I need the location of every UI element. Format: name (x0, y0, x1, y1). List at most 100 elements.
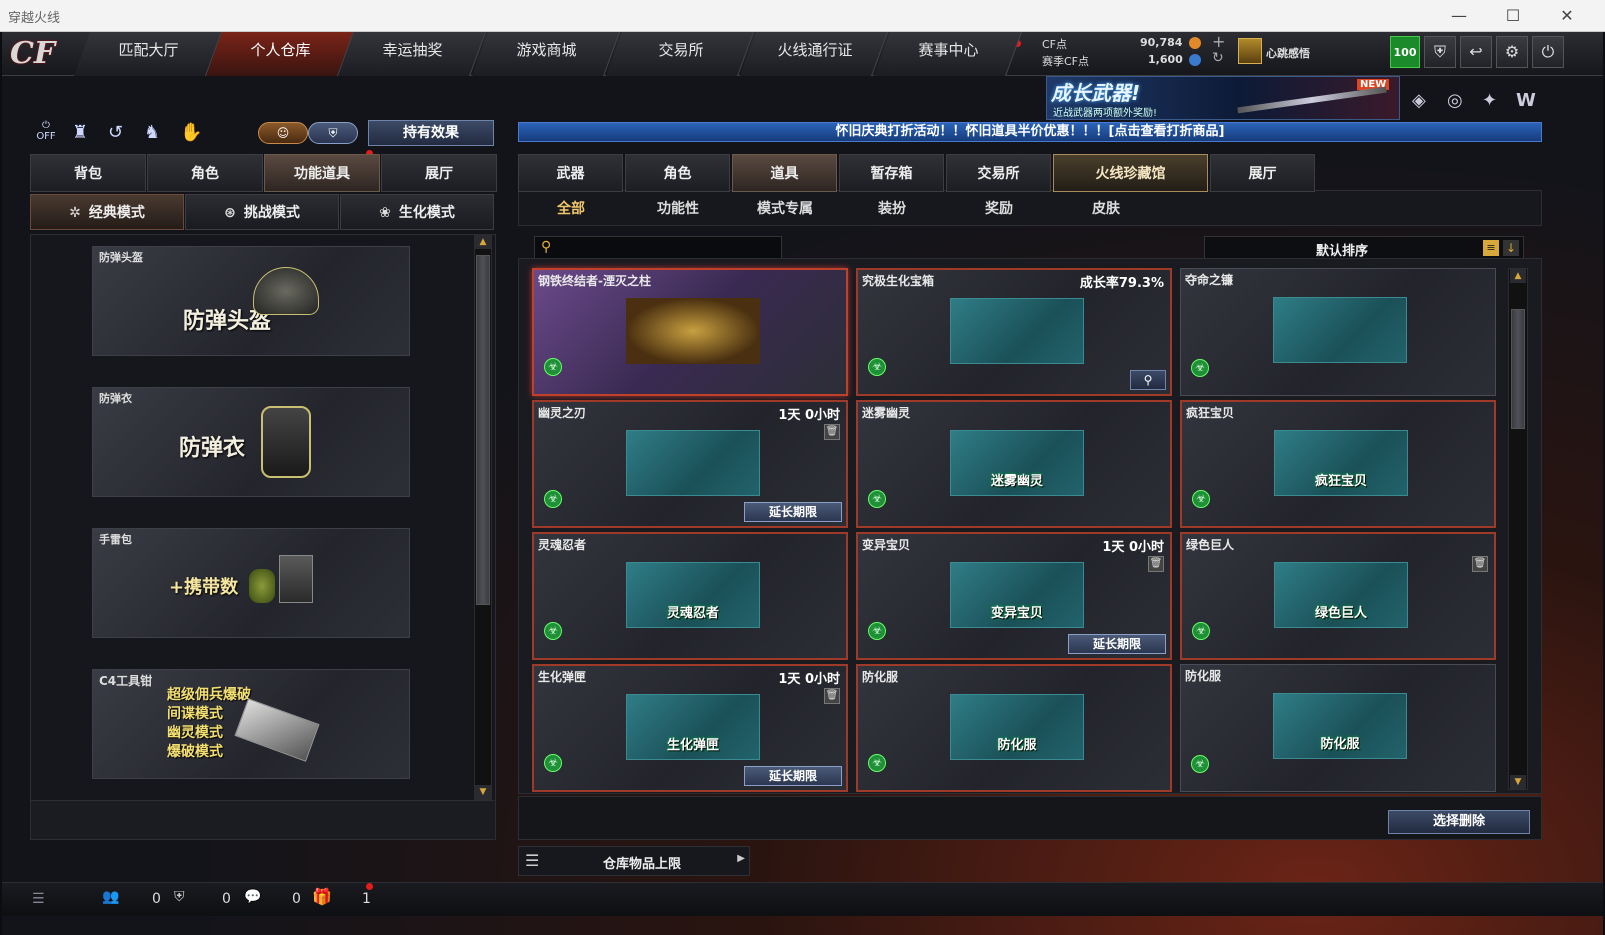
card-helmet[interactable]: 防弹头盔 防弹头盔 (92, 246, 410, 356)
scroll-down-icon[interactable]: ▼ (475, 785, 491, 799)
item-card[interactable]: 钢铁终结者-湮灭之柱 ☣ (532, 268, 848, 396)
subtab-2[interactable]: 模式专属 (732, 192, 838, 226)
left-tab-3[interactable]: 展厅 (381, 154, 497, 192)
item-name: 幽灵之刃 (538, 406, 587, 420)
trash-icon[interactable]: 🗑 (1148, 556, 1164, 572)
right-tab-4[interactable]: 交易所 (946, 154, 1051, 192)
item-card[interactable]: 变异宝贝 1天 0小时 变异宝贝 ☣ 🗑 延长期限 (856, 532, 1172, 660)
right-tab-5[interactable]: 火线珍藏馆 (1053, 154, 1208, 192)
select-delete-button[interactable]: 选择删除 (1388, 810, 1530, 834)
close-icon[interactable]: ✕ (1552, 4, 1582, 28)
emblem-icon-2[interactable]: ◎ (1447, 90, 1463, 111)
item-card[interactable]: 生化弹匣 1天 0小时 生化弹匣 ☣ 🗑 延长期限 (532, 664, 848, 792)
magnify-icon[interactable]: ⚲ (1130, 370, 1166, 390)
storage-limit-bar[interactable]: ☰ 仓库物品上限 ▶ (518, 846, 750, 876)
sort-order-icon[interactable]: ↓ (1503, 240, 1519, 256)
search-box[interactable]: ⚲ (534, 236, 782, 260)
right-tab-6[interactable]: 展厅 (1210, 154, 1315, 192)
card-c4-pliers[interactable]: C4工具钳 超级佣兵爆破 间谍模式 幽灵模式 爆破模式 (92, 669, 410, 779)
expand-right-icon[interactable]: ▶ (737, 853, 745, 864)
left-tab-2[interactable]: 功能道具 (264, 154, 380, 192)
character-toggle[interactable]: ☺ (258, 122, 308, 144)
effects-button[interactable]: 持有效果 (368, 120, 494, 146)
maximize-icon[interactable]: ☐ (1498, 4, 1528, 28)
nav-tab-2[interactable]: 幸运抽奖 (337, 32, 487, 76)
item-card[interactable]: 疯狂宝贝 疯狂宝贝 ☣ (1180, 400, 1496, 528)
power-icon[interactable]: ⏻ (1532, 36, 1564, 68)
item-card[interactable]: 夺命之镰 ☣ (1180, 268, 1496, 396)
mode-tab-1[interactable]: ⊛ 挑战模式 (185, 194, 339, 230)
subtab-1[interactable]: 功能性 (625, 192, 731, 226)
friends-icon[interactable]: 👥 (102, 889, 119, 905)
refresh-icon[interactable]: ↻ (1212, 50, 1224, 66)
subtab-5[interactable]: 皮肤 (1053, 192, 1159, 226)
rank-badge-icon[interactable] (1238, 38, 1262, 64)
item-card[interactable]: 绿色巨人 绿色巨人 ☣ 🗑 (1180, 532, 1496, 660)
emblem-icon-4[interactable]: W (1516, 90, 1536, 111)
extend-button[interactable]: 延长期限 (744, 766, 842, 786)
scroll-up-icon[interactable]: ▲ (475, 235, 491, 249)
shield-icon[interactable]: ⛨ (1424, 36, 1456, 68)
item-name: 迷雾幽灵 (862, 406, 911, 420)
person-icon[interactable]: ♞ (144, 122, 160, 143)
nav-tab-6[interactable]: 赛事中心 (873, 32, 1023, 76)
left-tab-0[interactable]: 背包 (30, 154, 146, 192)
nav-tab-1[interactable]: 个人仓库 (205, 32, 355, 76)
trash-icon[interactable]: 🗑 (1472, 556, 1488, 572)
right-tab-0[interactable]: 武器 (518, 154, 623, 192)
mouse-icon[interactable]: ✋ (180, 122, 202, 143)
subtab-0[interactable]: 全部 (518, 192, 624, 226)
promo-marquee[interactable]: 怀旧庆典打折活动！！怀旧道具半价优惠！！！[点击查看打折商品] (518, 122, 1542, 142)
extend-button[interactable]: 延长期限 (744, 502, 842, 522)
add-points-icon[interactable]: + (1212, 32, 1225, 51)
gift-icon[interactable]: ♜ (72, 122, 88, 143)
item-card[interactable]: 防化服 防化服 ☣ (1180, 664, 1496, 792)
right-tab-1[interactable]: 角色 (625, 154, 730, 192)
menu-icon[interactable]: ☰ (32, 891, 45, 907)
item-card[interactable]: 防化服 防化服 ☣ (856, 664, 1172, 792)
sort-dropdown[interactable]: 默认排序 ≡ ↓ (1204, 236, 1524, 260)
grid-scroll-up-icon[interactable]: ▲ (1510, 269, 1526, 283)
card-grenade-bag[interactable]: 手雷包 +携带数 (92, 528, 410, 638)
left-tab-1[interactable]: 角色 (147, 154, 263, 192)
extend-button[interactable]: 延长期限 (1068, 634, 1166, 654)
toggle-off-icon[interactable]: ⏻ OFF (32, 120, 60, 148)
nav-tab-label: 火线通行证 (777, 41, 853, 59)
mode-tab-0[interactable]: ✲ 经典模式 (30, 194, 184, 230)
nav-tab-3[interactable]: 游戏商城 (471, 32, 621, 76)
item-card[interactable]: 幽灵之刃 1天 0小时 ☣ 🗑 延长期限 (532, 400, 848, 528)
right-tab-2[interactable]: 道具 (732, 154, 837, 192)
emblem-icon-3[interactable]: ✦ (1482, 90, 1497, 111)
card-armor[interactable]: 防弹衣 防弹衣 (92, 387, 410, 497)
mode-tab-2[interactable]: ❀ 生化模式 (340, 194, 494, 230)
chat-icon[interactable]: 💬 (244, 889, 261, 905)
trash-icon[interactable]: 🗑 (824, 424, 840, 440)
list-view-icon[interactable]: ≡ (1483, 240, 1499, 256)
history-icon[interactable]: ↺ (108, 122, 123, 143)
left-scroll-thumb[interactable] (476, 255, 490, 605)
left-scrollbar[interactable]: ▲ ▼ (474, 234, 492, 800)
grid-scrollbar[interactable]: ▲ ▼ (1508, 268, 1528, 790)
nav-tab-0[interactable]: 匹配大厅 (73, 32, 223, 76)
grid-scroll-down-icon[interactable]: ▼ (1510, 775, 1526, 789)
right-tab-3[interactable]: 暂存箱 (839, 154, 944, 192)
return-icon[interactable]: ↩ (1460, 36, 1492, 68)
subtab-3[interactable]: 装扮 (839, 192, 945, 226)
grid-scroll-thumb[interactable] (1511, 309, 1525, 429)
trash-icon[interactable]: 🗑 (824, 688, 840, 704)
growth-weapon-banner[interactable]: 成长武器! 近战武器两项额外奖励! NEW (1046, 76, 1400, 120)
item-card[interactable]: 究极生化宝箱 成长率79.3% ☣ ⚲ (856, 268, 1172, 396)
nav-tab-4[interactable]: 交易所 (605, 32, 755, 76)
minimize-icon[interactable]: — (1444, 4, 1474, 28)
emblem-icon-1[interactable]: ◈ (1412, 90, 1426, 111)
subtab-4[interactable]: 奖励 (946, 192, 1052, 226)
nav-tab-5[interactable]: 火线通行证 (739, 32, 889, 76)
search-input[interactable] (559, 238, 779, 258)
item-card[interactable]: 迷雾幽灵 迷雾幽灵 ☣ (856, 400, 1172, 528)
gift-box-icon[interactable]: 🎁 (312, 887, 332, 906)
shield-toggle[interactable]: ⛨ (308, 122, 358, 144)
clan-icon[interactable]: ⛨ (174, 889, 185, 905)
banner-subtitle: 近战武器两项额外奖励! (1053, 108, 1158, 119)
item-card[interactable]: 灵魂忍者 灵魂忍者 ☣ (532, 532, 848, 660)
gear-icon[interactable]: ⚙ (1496, 36, 1528, 68)
